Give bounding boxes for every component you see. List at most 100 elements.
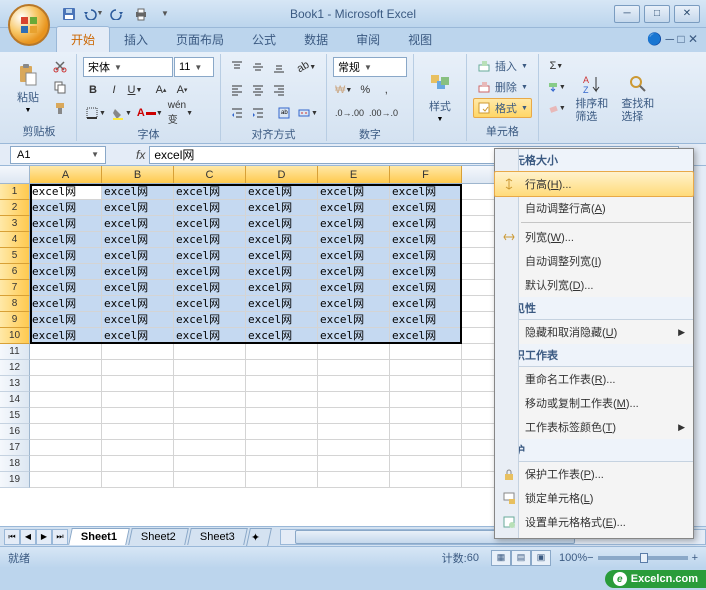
view-normal-button[interactable]: ▦	[491, 550, 511, 566]
cell[interactable]	[102, 456, 174, 472]
tab-review[interactable]: 审阅	[342, 27, 394, 52]
cell[interactable]	[246, 360, 318, 376]
fill-color-button[interactable]: ▼	[109, 103, 134, 123]
cell[interactable]: excel网	[390, 280, 462, 296]
menu-item[interactable]: 自动调整行高(A)	[495, 196, 693, 220]
wrap-text-button[interactable]: ab	[274, 103, 294, 123]
row-header-2[interactable]: 2	[0, 200, 30, 216]
cell[interactable]	[246, 408, 318, 424]
cell[interactable]: excel网	[318, 264, 390, 280]
menu-item[interactable]: 工作表标签颜色(T)▶	[495, 415, 693, 439]
cell[interactable]	[102, 472, 174, 488]
cell[interactable]	[174, 360, 246, 376]
tab-page-layout[interactable]: 页面布局	[162, 27, 238, 52]
menu-item[interactable]: 列宽(W)...	[495, 225, 693, 249]
col-header-C[interactable]: C	[174, 166, 246, 183]
cell[interactable]: excel网	[318, 200, 390, 216]
menu-item[interactable]: 锁定单元格(L)	[495, 486, 693, 510]
row-header-12[interactable]: 12	[0, 360, 30, 376]
cell[interactable]: excel网	[102, 248, 174, 264]
cell[interactable]	[390, 440, 462, 456]
cell[interactable]	[318, 360, 390, 376]
row-header-4[interactable]: 4	[0, 232, 30, 248]
paste-button[interactable]: 粘贴 ▼	[8, 56, 48, 121]
underline-button[interactable]: U▼	[125, 80, 145, 100]
insert-cells-button[interactable]: 插入▼	[473, 56, 532, 76]
print-button[interactable]	[130, 3, 152, 25]
cell[interactable]: excel网	[102, 312, 174, 328]
cell[interactable]	[390, 456, 462, 472]
zoom-level[interactable]: 100%	[559, 552, 587, 564]
bold-button[interactable]: B	[83, 80, 103, 100]
cell[interactable]	[390, 424, 462, 440]
orientation-button[interactable]: ab▼	[295, 57, 318, 77]
clear-button[interactable]: ▼	[545, 98, 568, 118]
cell[interactable]	[30, 392, 102, 408]
cell[interactable]: excel网	[246, 328, 318, 344]
col-header-D[interactable]: D	[246, 166, 318, 183]
cell[interactable]: excel网	[174, 312, 246, 328]
align-left-button[interactable]	[227, 80, 247, 100]
sheet-nav-prev[interactable]: ◀	[20, 529, 36, 545]
sheet-tab-3[interactable]: Sheet3	[187, 528, 247, 545]
row-header-7[interactable]: 7	[0, 280, 30, 296]
row-header-5[interactable]: 5	[0, 248, 30, 264]
row-header-13[interactable]: 13	[0, 376, 30, 392]
view-page-layout-button[interactable]: ▤	[511, 550, 531, 566]
cell[interactable]: excel网	[102, 328, 174, 344]
cell[interactable]: excel网	[246, 184, 318, 200]
cell[interactable]	[102, 392, 174, 408]
cell[interactable]	[318, 472, 390, 488]
zoom-slider[interactable]	[598, 556, 688, 560]
decrease-indent-button[interactable]	[227, 103, 247, 123]
select-all-corner[interactable]	[0, 166, 30, 183]
row-header-9[interactable]: 9	[0, 312, 30, 328]
fx-icon[interactable]: fx	[136, 148, 145, 162]
cell[interactable]: excel网	[318, 184, 390, 200]
grow-font-button[interactable]: A▴	[151, 80, 171, 100]
cell[interactable]	[30, 440, 102, 456]
cell[interactable]: excel网	[30, 280, 102, 296]
name-box[interactable]: A1▼	[10, 146, 106, 164]
sheet-tab-2[interactable]: Sheet2	[128, 528, 188, 545]
cell[interactable]	[318, 456, 390, 472]
cell[interactable]: excel网	[390, 264, 462, 280]
new-sheet-tab[interactable]: ✦	[246, 528, 272, 546]
cell[interactable]	[30, 360, 102, 376]
menu-item[interactable]: 隐藏和取消隐藏(U)▶	[495, 320, 693, 344]
cell[interactable]: excel网	[30, 184, 102, 200]
font-size-combo[interactable]: 11▼	[174, 57, 214, 77]
align-top-button[interactable]	[227, 57, 247, 77]
row-header-19[interactable]: 19	[0, 472, 30, 488]
tab-home[interactable]: 开始	[56, 26, 110, 52]
cell[interactable]: excel网	[246, 280, 318, 296]
cell[interactable]	[174, 408, 246, 424]
increase-decimal-button[interactable]: .0→.00	[333, 103, 366, 123]
cell[interactable]	[102, 424, 174, 440]
cell[interactable]	[102, 440, 174, 456]
view-page-break-button[interactable]: ▣	[531, 550, 551, 566]
cell[interactable]: excel网	[102, 296, 174, 312]
copy-button[interactable]	[50, 77, 70, 97]
cell[interactable]: excel网	[30, 328, 102, 344]
autosum-button[interactable]: Σ▼	[545, 56, 568, 76]
help-icon[interactable]: 🔵 ─ □ ✕	[647, 32, 698, 46]
increase-indent-button[interactable]	[248, 103, 268, 123]
tab-formulas[interactable]: 公式	[238, 27, 290, 52]
cell[interactable]: excel网	[102, 184, 174, 200]
cell[interactable]: excel网	[246, 232, 318, 248]
cell[interactable]	[246, 440, 318, 456]
cell[interactable]: excel网	[318, 312, 390, 328]
percent-button[interactable]: %	[355, 80, 375, 100]
cell[interactable]: excel网	[30, 312, 102, 328]
menu-item[interactable]: 行高(H)...	[494, 171, 694, 197]
zoom-out-button[interactable]: −	[587, 552, 593, 564]
cell[interactable]: excel网	[246, 296, 318, 312]
cell[interactable]: excel网	[318, 232, 390, 248]
cell[interactable]: excel网	[30, 216, 102, 232]
cell[interactable]: excel网	[174, 296, 246, 312]
row-header-15[interactable]: 15	[0, 408, 30, 424]
shrink-font-button[interactable]: A▾	[172, 80, 192, 100]
row-header-17[interactable]: 17	[0, 440, 30, 456]
cell[interactable]: excel网	[318, 328, 390, 344]
